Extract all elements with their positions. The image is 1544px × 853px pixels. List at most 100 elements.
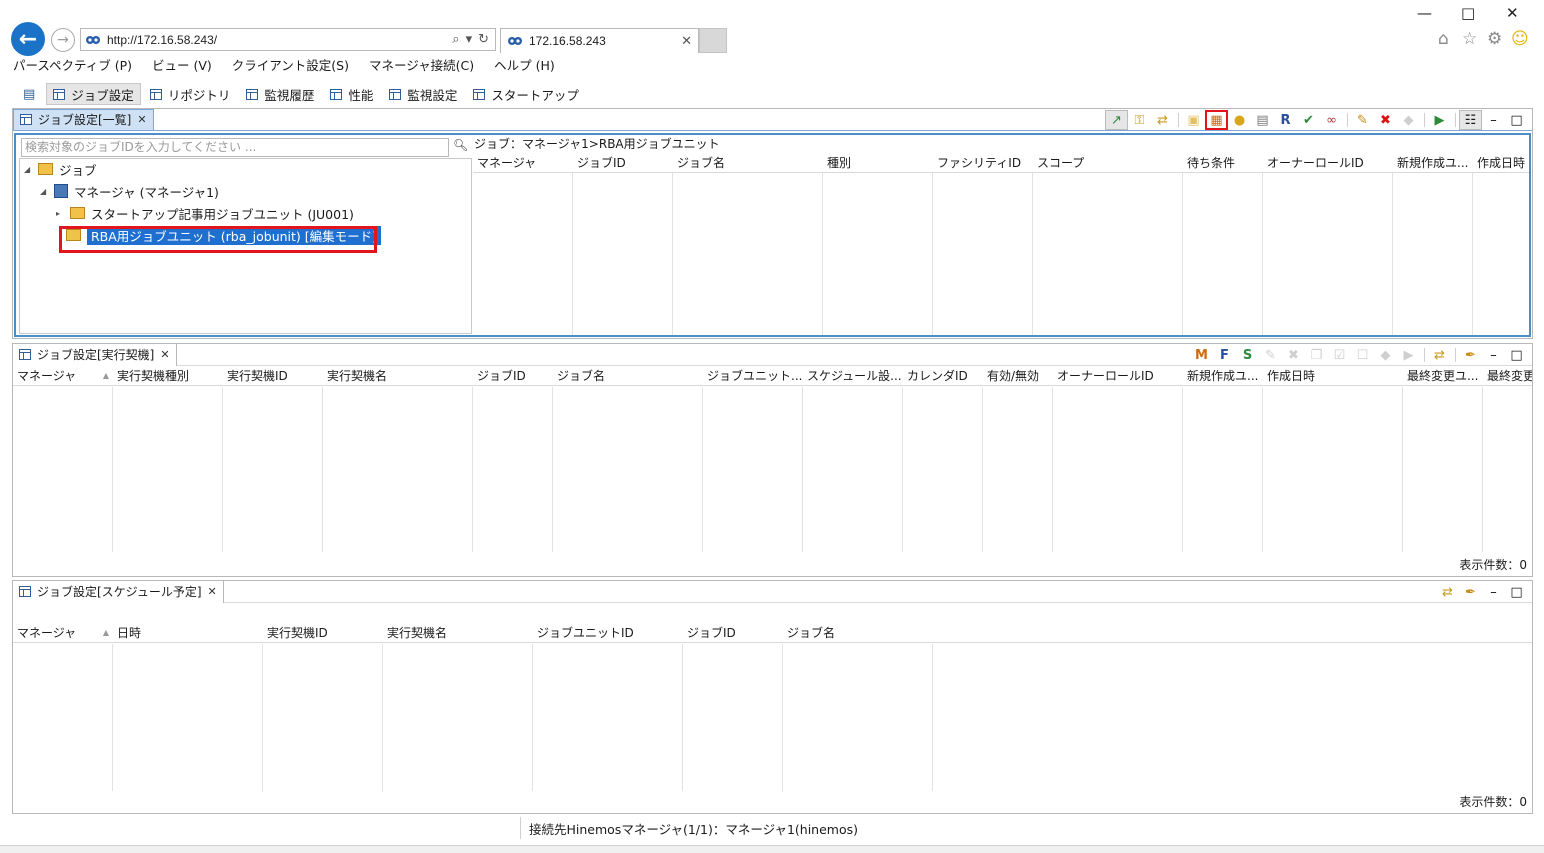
minimize-view-icon[interactable]: – [1482, 582, 1505, 602]
filter-brush-icon[interactable]: ✒ [1459, 582, 1482, 602]
tab-triggers[interactable]: ジョブ設定[実行契機] ✕ [13, 343, 177, 366]
perspective-monitor-settings[interactable]: 監視設定 [382, 83, 464, 105]
url-text[interactable]: http://172.16.58.243/ [107, 33, 452, 47]
collapse-triangle-icon[interactable]: ◢ [24, 165, 34, 174]
col-header[interactable]: 実行契機名 [323, 367, 473, 385]
tree-node-root[interactable]: ◢ ジョブ [24, 159, 97, 179]
close-window-icon[interactable]: ✕ [1506, 4, 1519, 22]
col-header[interactable]: マネージャ [473, 154, 573, 172]
filter-brush-icon[interactable]: ✒ [1459, 345, 1482, 365]
col-header[interactable]: 作成日時 [1263, 367, 1403, 385]
create-jobnet-icon[interactable]: ▦ [1205, 110, 1228, 130]
monitor-job-icon[interactable]: ∞ [1320, 110, 1343, 130]
perspective-startup[interactable]: スタートアップ [466, 83, 586, 105]
col-header[interactable]: 種別 [823, 154, 933, 172]
col-header[interactable]: ジョブ名 [783, 624, 933, 642]
col-header[interactable]: 実行契機ID [263, 624, 383, 642]
create-reference-job-icon[interactable]: R [1274, 110, 1297, 130]
favorites-star-icon[interactable]: ☆ [1462, 29, 1477, 49]
menu-help[interactable]: ヘルプ (H) [481, 56, 562, 76]
tab-close-icon[interactable]: ✕ [681, 34, 692, 49]
refresh-arrows-icon[interactable]: ⇄ [1428, 345, 1451, 365]
refresh-arrows-icon[interactable]: ⇄ [1151, 110, 1174, 130]
col-header[interactable]: 新規作成ユ... [1393, 154, 1473, 172]
copy-icon[interactable]: ❐ [1305, 345, 1328, 365]
disable-check-icon[interactable]: ☐ [1351, 345, 1374, 365]
run-icon[interactable]: ▶ [1397, 345, 1420, 365]
delete-icon[interactable]: ✖ [1282, 345, 1305, 365]
col-header[interactable]: 待ち条件 [1183, 154, 1263, 172]
col-header[interactable]: 作成日時 [1473, 154, 1529, 172]
back-button[interactable]: ← [11, 22, 45, 56]
col-header[interactable]: オーナーロールID [1263, 154, 1393, 172]
col-header[interactable]: 日時 [113, 624, 263, 642]
address-bar[interactable]: http://172.16.58.243/ ⌕ ▾ ↻ [80, 28, 496, 51]
menu-view[interactable]: ビュー (V) [139, 56, 219, 76]
enable-check-icon[interactable]: ☑ [1328, 345, 1351, 365]
refresh-icon[interactable]: ↻ [478, 32, 489, 47]
perspective-performance[interactable]: 性能 [323, 83, 380, 105]
col-header[interactable]: 実行契機名 [383, 624, 533, 642]
minimize-icon[interactable]: — [1417, 4, 1432, 22]
minimize-view-icon[interactable]: – [1482, 110, 1505, 130]
create-file-transfer-icon[interactable]: ▤ [1251, 110, 1274, 130]
maximize-view-icon[interactable]: □ [1505, 582, 1528, 602]
create-job-icon[interactable]: ● [1228, 110, 1251, 130]
col-header[interactable]: 実行契機種別 [113, 367, 223, 385]
eraser-icon[interactable]: ◆ [1374, 345, 1397, 365]
add-schedule-icon[interactable]: M [1190, 345, 1213, 365]
col-header[interactable]: ジョブID [683, 624, 783, 642]
maximize-view-icon[interactable]: □ [1505, 345, 1528, 365]
menu-perspective[interactable]: パースペクティブ (P) [0, 56, 139, 76]
new-tab-button[interactable] [699, 28, 727, 53]
col-header[interactable]: 有効/無効 [983, 367, 1053, 385]
col-header[interactable]: ジョブID [573, 154, 673, 172]
col-header[interactable]: ジョブ名 [553, 367, 703, 385]
col-header[interactable]: オーナーロールID [1053, 367, 1183, 385]
col-header[interactable]: マネージャ ▲ [13, 624, 113, 642]
delete-icon[interactable]: ✖ [1374, 110, 1397, 130]
perspective-job-settings[interactable]: ジョブ設定 [46, 83, 141, 105]
create-jobunit-icon[interactable]: ▣ [1182, 110, 1205, 130]
edit-pencil-icon[interactable]: ✎ [1351, 110, 1374, 130]
browser-tab[interactable]: 172.16.58.243 ✕ [500, 28, 699, 53]
maximize-view-icon[interactable]: □ [1505, 110, 1528, 130]
search-icon[interactable]: 🔍︎ [453, 138, 468, 152]
perspective-monitor-history[interactable]: 監視履歴 [239, 83, 321, 105]
expand-triangle-icon[interactable]: ▸ [56, 209, 66, 218]
approval-job-icon[interactable]: ✔ [1297, 110, 1320, 130]
collapse-triangle-icon[interactable]: ◢ [40, 187, 50, 196]
col-header[interactable]: カレンダID [903, 367, 983, 385]
menu-client-settings[interactable]: クライアント設定(S) [219, 56, 356, 76]
col-header[interactable]: ジョブ名 [673, 154, 823, 172]
close-view-icon[interactable]: ✕ [208, 585, 217, 598]
col-header[interactable]: 実行契機ID [223, 367, 323, 385]
close-view-icon[interactable]: ✕ [137, 113, 146, 126]
col-header[interactable]: ジョブユニット... [703, 367, 803, 385]
tab-schedule[interactable]: ジョブ設定[スケジュール予定] ✕ [13, 580, 224, 603]
refresh-arrows-icon[interactable]: ⇄ [1436, 582, 1459, 602]
tree-view-toggle-icon[interactable]: ☷ [1459, 110, 1482, 130]
search-icon[interactable]: ⌕ [452, 32, 459, 47]
dropdown-icon[interactable]: ▾ [466, 32, 473, 47]
col-header[interactable]: ジョブID [473, 367, 553, 385]
col-header[interactable]: ファシリティID [933, 154, 1033, 172]
tree-node-jobunit-startup[interactable]: ▸ スタートアップ記事用ジョブユニット (JU001) [56, 203, 354, 223]
close-view-icon[interactable]: ✕ [160, 348, 169, 361]
smiley-feedback-icon[interactable]: ☺ [1511, 29, 1529, 49]
edit-pencil-icon[interactable]: ✎ [1259, 345, 1282, 365]
home-icon[interactable]: ⌂ [1438, 29, 1449, 49]
minimize-view-icon[interactable]: – [1482, 345, 1505, 365]
tab-job-list[interactable]: ジョブ設定[一覧] ✕ [13, 108, 154, 131]
run-icon[interactable]: ▶ [1428, 110, 1451, 130]
maximize-icon[interactable]: □ [1461, 4, 1475, 22]
forward-button[interactable]: → [51, 28, 75, 52]
job-search-input[interactable]: 検索対象のジョブIDを入力してください ... [21, 138, 449, 157]
col-header[interactable]: マネージャ ▲ [13, 367, 113, 385]
key-icon[interactable]: ⚿ [1128, 110, 1151, 130]
add-manual-icon[interactable]: S [1236, 345, 1259, 365]
open-perspective-button[interactable]: ▤ [22, 83, 44, 105]
tree-node-manager[interactable]: ◢ マネージャ (マネージャ1) [40, 181, 219, 201]
add-file-check-icon[interactable]: F [1213, 345, 1236, 365]
col-header[interactable]: 最終変更 [1483, 367, 1532, 385]
